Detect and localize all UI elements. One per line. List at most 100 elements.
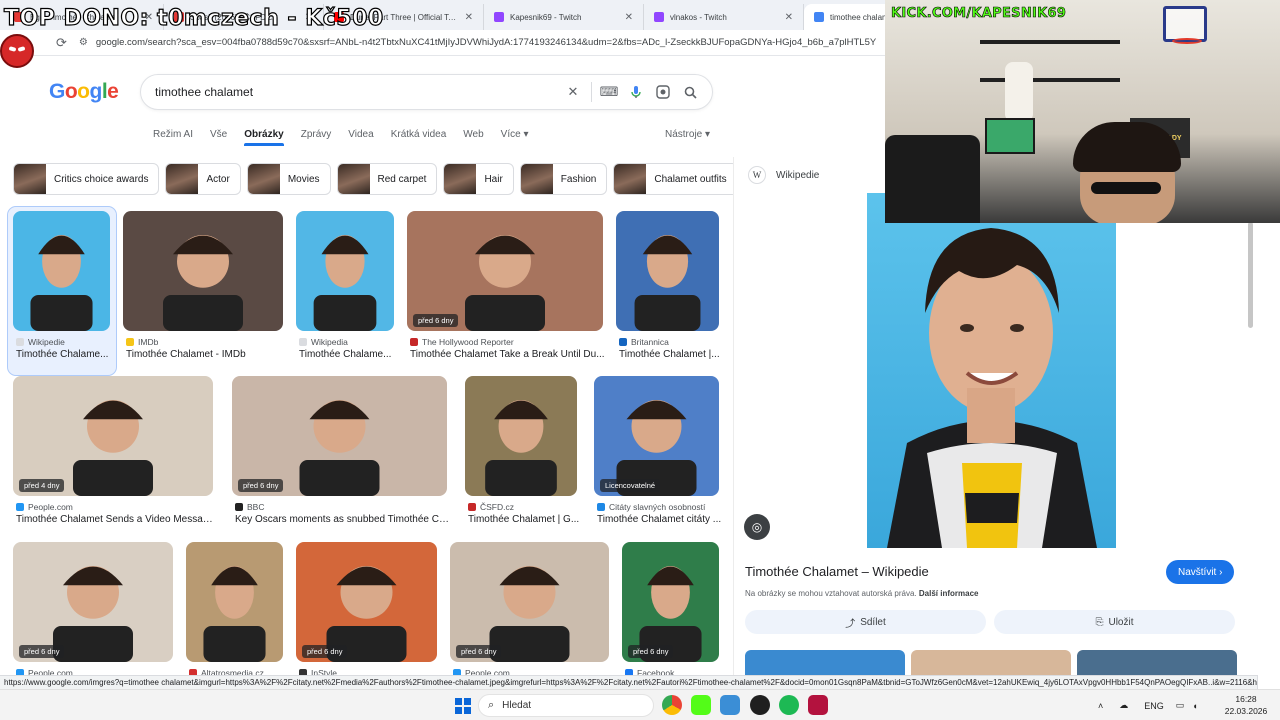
browser-tab[interactable]: vlnakos - Twitch ✕ bbox=[644, 4, 804, 30]
search-icon[interactable] bbox=[680, 82, 700, 102]
nav-tab[interactable]: Web bbox=[463, 129, 483, 146]
language-indicator[interactable]: ENG bbox=[1144, 701, 1164, 711]
share-button[interactable]: ⤴ Sdílet bbox=[745, 610, 986, 634]
nav-tab[interactable]: Režim AI bbox=[153, 129, 193, 146]
clock[interactable]: 16:28 22.03.2026 bbox=[1222, 693, 1270, 717]
nav-tab[interactable]: Více ▾ bbox=[501, 129, 529, 146]
search-nav-tabs: Režim AI Vše Obrázky Zprávy Videa Krátká vide… bbox=[153, 129, 545, 146]
filter-chip[interactable]: Red carpet bbox=[336, 163, 438, 195]
taskbar-search[interactable]: ⌕ Hledat bbox=[478, 694, 654, 717]
image-result[interactable]: Wikipedie Timothée Chalame... bbox=[7, 206, 117, 376]
filter-chip[interactable]: Fashion bbox=[519, 163, 608, 195]
preview-image[interactable] bbox=[867, 193, 1116, 548]
panel-scrollbar[interactable] bbox=[1248, 222, 1253, 328]
sunglasses bbox=[1091, 182, 1161, 194]
lens-icon[interactable] bbox=[653, 82, 673, 102]
panel-site-name: Wikipedie bbox=[776, 169, 820, 181]
source-favicon-icon bbox=[299, 338, 307, 346]
screen: { "overlay": { "donation_text": "TOP DON… bbox=[0, 0, 1280, 720]
nav-tab[interactable]: Krátká videa bbox=[391, 129, 447, 146]
windows-start-icon[interactable] bbox=[455, 698, 471, 714]
obs-icon[interactable] bbox=[750, 695, 770, 715]
result-source[interactable]: People.com bbox=[16, 502, 73, 512]
close-icon[interactable]: ✕ bbox=[785, 12, 793, 23]
clear-icon[interactable]: ✕ bbox=[563, 82, 583, 102]
result-title[interactable]: Timothée Chalamet | G... bbox=[468, 514, 580, 525]
filter-chip[interactable]: Actor bbox=[165, 163, 241, 195]
result-title[interactable]: Timothée Chalamet Sends a Video Messag..… bbox=[16, 514, 216, 525]
chrome-icon[interactable] bbox=[662, 695, 682, 715]
result-source[interactable]: ČSFD.cz bbox=[468, 502, 514, 512]
filter-chip[interactable]: Hair bbox=[443, 163, 514, 195]
reload-icon[interactable]: ⟳ bbox=[56, 35, 67, 51]
image-result[interactable]: Licencovatelné Citáty slavných osobností T… bbox=[594, 376, 722, 540]
keyboard-icon[interactable]: ⌨ bbox=[599, 82, 619, 102]
network-icon[interactable]: ▭ bbox=[1176, 700, 1185, 711]
filter-chip[interactable]: Chalamet outfits bbox=[613, 163, 733, 195]
result-badge: před 6 dny bbox=[19, 645, 65, 658]
nav-tab[interactable]: Obrázky bbox=[244, 129, 285, 146]
result-source[interactable]: Wikipedie bbox=[16, 337, 65, 347]
result-badge: před 4 dny bbox=[19, 479, 65, 492]
search-input[interactable] bbox=[155, 85, 556, 99]
image-result[interactable]: ČSFD.cz Timothée Chalamet | G... bbox=[465, 376, 580, 540]
result-title[interactable]: Timothée Chalamet - IMDb bbox=[126, 349, 286, 360]
figurine bbox=[1005, 62, 1033, 122]
result-title[interactable]: Timothée Chalamet Take a Break Until Du.… bbox=[410, 349, 606, 360]
result-title[interactable]: Key Oscars moments as snubbed Timothée C… bbox=[235, 514, 450, 525]
microphone-icon[interactable] bbox=[626, 82, 646, 102]
filter-chip[interactable]: Critics choice awards bbox=[13, 163, 160, 195]
acrobat-icon[interactable] bbox=[808, 695, 828, 715]
nav-tab[interactable]: Videa bbox=[348, 129, 373, 146]
lens-search-icon[interactable]: ◎ bbox=[744, 514, 770, 540]
tools-button[interactable]: Nástroje ▾ bbox=[665, 129, 710, 140]
site-info-icon[interactable]: ⚙ bbox=[79, 37, 88, 48]
browser-tab[interactable]: Kapesnik69 - Twitch ✕ bbox=[484, 4, 644, 30]
image-result[interactable]: před 4 dny People.com Timothée Chalamet Se… bbox=[13, 376, 216, 540]
image-result[interactable]: Wikipedia Timothée Chalame... bbox=[296, 211, 394, 375]
related-image[interactable] bbox=[745, 650, 905, 677]
chevron-up-icon[interactable]: ˄ bbox=[1098, 701, 1103, 711]
result-source[interactable]: BBC bbox=[235, 502, 264, 512]
image-result[interactable]: před 6 dny BBC Key Oscars moments as snubb… bbox=[232, 376, 450, 540]
volume-icon[interactable]: ◖ bbox=[1192, 701, 1197, 711]
share-label: Sdílet bbox=[860, 616, 886, 628]
onedrive-icon[interactable]: ☁ bbox=[1119, 700, 1128, 711]
more-info-link[interactable]: Další informace bbox=[919, 589, 979, 598]
filter-chip[interactable]: Movies bbox=[246, 163, 331, 195]
image-result[interactable]: Britannica Timothée Chalamet |... bbox=[616, 211, 722, 375]
thumbnail-portrait bbox=[489, 566, 570, 662]
related-image[interactable] bbox=[1077, 650, 1237, 677]
spotify-icon[interactable] bbox=[779, 695, 799, 715]
app-icon[interactable] bbox=[720, 695, 740, 715]
result-source[interactable]: Citáty slavných osobností bbox=[597, 502, 705, 512]
image-result[interactable]: před 6 dny The Hollywood Reporter Timothée… bbox=[407, 211, 606, 375]
result-title[interactable]: Timothée Chalamet |... bbox=[619, 349, 722, 360]
image-result[interactable]: IMDb Timothée Chalamet - IMDb bbox=[123, 211, 283, 375]
nav-tab[interactable]: Zprávy bbox=[301, 129, 332, 146]
close-icon[interactable]: ✕ bbox=[465, 12, 473, 23]
clock-time: 16:28 bbox=[1235, 694, 1257, 704]
result-title[interactable]: Timothée Chalamet citáty ... bbox=[597, 514, 722, 525]
visit-button[interactable]: Navštívit › bbox=[1166, 560, 1235, 584]
chair bbox=[885, 135, 980, 223]
kick-icon[interactable] bbox=[691, 695, 711, 715]
portrait-illustration bbox=[887, 228, 1097, 548]
result-title[interactable]: Timothée Chalame... bbox=[16, 349, 113, 360]
save-button[interactable]: ⎘ Uložit bbox=[994, 610, 1235, 634]
result-thumbnail bbox=[123, 211, 283, 331]
result-source[interactable]: The Hollywood Reporter bbox=[410, 337, 514, 347]
result-source[interactable]: Wikipedia bbox=[299, 337, 348, 347]
result-source[interactable]: IMDb bbox=[126, 337, 158, 347]
thumbnail-portrait bbox=[634, 235, 701, 331]
panel-source[interactable]: W Wikipedie bbox=[748, 166, 819, 184]
url-field[interactable]: google.com/search?sca_esv=004fba0788d59c… bbox=[96, 37, 876, 48]
close-icon[interactable]: ✕ bbox=[625, 12, 633, 23]
nav-tab[interactable]: Vše bbox=[210, 129, 227, 146]
result-title[interactable]: Timothée Chalame... bbox=[299, 349, 397, 360]
google-logo[interactable]: Google bbox=[49, 80, 119, 104]
related-image[interactable] bbox=[911, 650, 1071, 677]
result-source[interactable]: Britannica bbox=[619, 337, 669, 347]
source-label: BBC bbox=[247, 502, 265, 512]
panel-title[interactable]: Timothée Chalamet – Wikipedie bbox=[745, 564, 929, 579]
